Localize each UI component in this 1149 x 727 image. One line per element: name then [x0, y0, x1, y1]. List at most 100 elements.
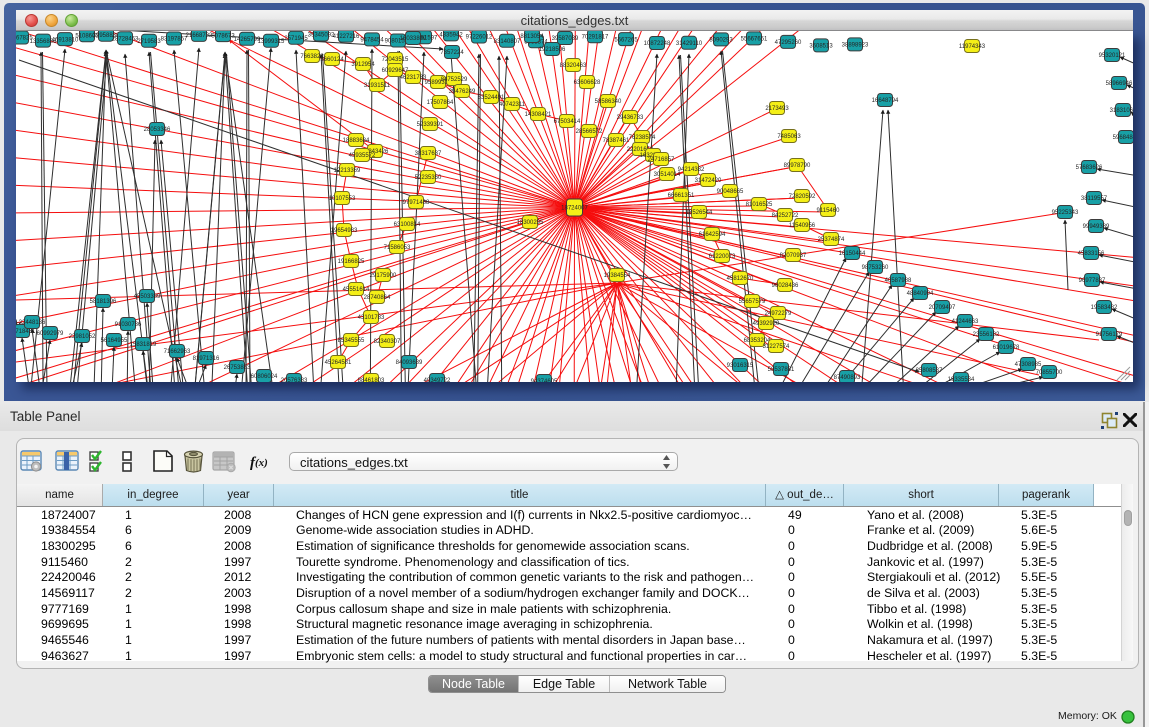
- svg-text:19166825: 19166825: [338, 259, 365, 265]
- svg-text:55657579: 55657579: [739, 299, 766, 305]
- svg-text:31931511: 31931511: [364, 83, 391, 89]
- svg-text:95320121: 95320121: [1099, 53, 1126, 59]
- svg-text:82070937: 82070937: [780, 253, 807, 259]
- svg-text:40587988: 40587988: [885, 278, 912, 284]
- svg-text:19335534: 19335534: [948, 377, 975, 382]
- svg-text:81016525: 81016525: [746, 202, 773, 208]
- svg-text:10872248: 10872248: [644, 41, 671, 47]
- svg-text:93016315: 93016315: [727, 363, 754, 369]
- svg-text:99949389: 99949389: [1083, 224, 1110, 230]
- svg-text:19218506: 19218506: [539, 47, 566, 53]
- svg-text:48840994: 48840994: [907, 291, 934, 297]
- svg-text:52235350: 52235350: [415, 175, 442, 181]
- svg-text:45812670: 45812670: [727, 276, 754, 282]
- svg-text:55667651: 55667651: [741, 37, 768, 43]
- svg-text:17507864: 17507864: [427, 100, 454, 106]
- svg-text:60806024: 60806024: [251, 374, 278, 380]
- svg-text:38898923: 38898923: [842, 43, 869, 49]
- svg-text:4335942: 4335942: [439, 33, 463, 39]
- svg-text:61220073: 61220073: [709, 254, 736, 260]
- svg-text:22981052: 22981052: [69, 334, 96, 340]
- svg-text:45551614: 45551614: [343, 287, 370, 293]
- svg-text:21668732: 21668732: [186, 33, 213, 39]
- svg-text:45503389: 45503389: [134, 294, 161, 300]
- svg-text:94214382: 94214382: [678, 167, 705, 173]
- svg-text:2173493: 2173493: [765, 106, 789, 112]
- svg-text:39587039: 39587039: [552, 36, 579, 42]
- svg-text:28566572: 28566572: [576, 129, 603, 135]
- svg-text:25374874: 25374874: [818, 237, 845, 243]
- svg-text:(x): (x): [255, 457, 268, 469]
- svg-text:3660124: 3660124: [320, 57, 344, 63]
- svg-text:84752529: 84752529: [441, 77, 468, 83]
- svg-text:2719583: 2719583: [137, 39, 161, 45]
- svg-text:76238574: 76238574: [629, 135, 656, 141]
- svg-text:63606628: 63606628: [574, 80, 601, 86]
- svg-text:38119557: 38119557: [1081, 196, 1108, 202]
- svg-text:23718431: 23718431: [16, 329, 36, 335]
- svg-text:70855700: 70855700: [1036, 370, 1063, 376]
- svg-text:28728463: 28728463: [112, 36, 139, 42]
- svg-text:89978790: 89978790: [784, 163, 811, 169]
- svg-text:72820592: 72820592: [789, 194, 816, 200]
- svg-text:60929647: 60929647: [382, 68, 409, 74]
- svg-text:71586053: 71586053: [384, 245, 411, 251]
- svg-text:18724007: 18724007: [561, 206, 588, 212]
- svg-text:61642594: 61642594: [699, 232, 726, 238]
- svg-text:82340307: 82340307: [374, 339, 401, 345]
- svg-text:70291817: 70291817: [582, 34, 609, 40]
- svg-text:31831063: 31831063: [1110, 108, 1133, 114]
- svg-text:91756179: 91756179: [1096, 332, 1123, 338]
- svg-text:31472420: 31472420: [695, 178, 722, 184]
- svg-text:18883684: 18883684: [343, 138, 370, 144]
- svg-text:26753883: 26753883: [224, 365, 251, 371]
- svg-text:39436733: 39436733: [617, 115, 644, 121]
- svg-text:63100814: 63100814: [394, 222, 421, 228]
- svg-text:8090293: 8090293: [709, 38, 733, 44]
- svg-text:29175900: 29175900: [370, 273, 397, 279]
- svg-text:84252722: 84252722: [772, 213, 799, 219]
- svg-text:87490893: 87490893: [834, 375, 861, 381]
- svg-text:41227216: 41227216: [333, 34, 360, 40]
- svg-text:97226012: 97226012: [466, 35, 493, 41]
- svg-text:38317637: 38317637: [415, 151, 442, 157]
- svg-text:39476249: 39476249: [449, 89, 476, 95]
- svg-text:49349722: 49349722: [424, 378, 451, 382]
- svg-text:60992979: 60992979: [37, 331, 64, 337]
- svg-text:2571945: 2571945: [284, 36, 308, 42]
- svg-text:16648794: 16648794: [872, 98, 899, 104]
- svg-text:7485063: 7485063: [777, 134, 801, 140]
- svg-text:49392920: 49392920: [753, 321, 780, 327]
- svg-text:85345555: 85345555: [338, 338, 365, 344]
- svg-text:39345092: 39345092: [308, 33, 335, 39]
- svg-text:24716857: 24716857: [648, 157, 675, 163]
- svg-text:53524491: 53524491: [478, 95, 505, 101]
- svg-text:14308421: 14308421: [525, 112, 552, 118]
- svg-text:20709497: 20709497: [929, 305, 956, 311]
- svg-text:58966946: 58966946: [1106, 81, 1133, 87]
- svg-text:91030736: 91030736: [115, 322, 142, 328]
- svg-text:19583482: 19583482: [1091, 305, 1118, 311]
- svg-text:52339391: 52339391: [417, 122, 444, 128]
- svg-text:43101783: 43101783: [358, 315, 385, 321]
- svg-text:72043515: 72043515: [382, 57, 409, 63]
- svg-text:31429110: 31429110: [676, 41, 703, 47]
- svg-text:9478454: 9478454: [360, 38, 384, 44]
- svg-text:20576383: 20576383: [281, 378, 308, 382]
- svg-text:16150444: 16150444: [839, 251, 866, 257]
- svg-text:83197857: 83197857: [161, 37, 188, 43]
- svg-text:8078673: 8078673: [211, 33, 235, 39]
- svg-text:23556182: 23556182: [973, 332, 1000, 338]
- svg-text:15831819: 15831819: [130, 342, 157, 348]
- svg-text:45833156: 45833156: [1078, 251, 1105, 257]
- svg-text:90048665: 90048665: [717, 189, 744, 195]
- svg-text:88461803: 88461803: [358, 378, 385, 382]
- svg-text:40742311: 40742311: [499, 102, 526, 108]
- svg-text:11540956: 11540956: [789, 223, 816, 229]
- svg-text:97971488: 97971488: [403, 200, 430, 206]
- svg-text:7357224: 7357224: [440, 50, 464, 56]
- svg-text:78387461: 78387461: [603, 138, 630, 144]
- svg-text:45264581: 45264581: [325, 360, 352, 366]
- svg-text:84093639: 84093639: [396, 360, 423, 366]
- svg-text:47308985: 47308985: [1015, 362, 1042, 368]
